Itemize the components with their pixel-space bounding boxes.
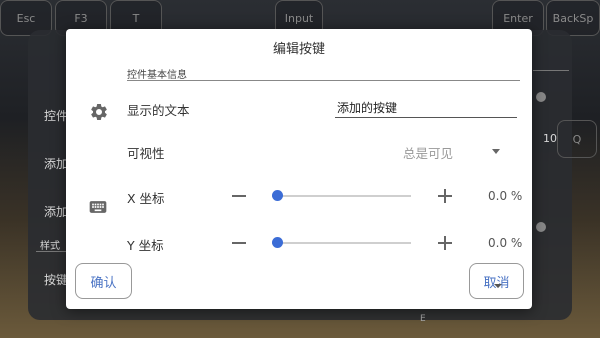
display-text-underline [335,117,517,118]
bg-letter-e: E [420,314,426,324]
y-plus-icon-vertical [444,236,446,250]
y-coordinate-label: Y 坐标 [127,238,164,253]
bg-label-control: 控件 [44,109,69,123]
bg-label-add-2: 添加 [44,205,69,219]
x-coordinate-label: X 坐标 [127,191,165,206]
dropdown-caret-icon[interactable] [492,149,500,154]
bg-toggle-2 [536,222,546,232]
x-minus-icon[interactable] [232,195,246,197]
y-slider-thumb[interactable] [272,237,283,248]
section-label-basic-info: 控件基本信息 [127,70,187,81]
bg-divider-right [533,70,569,71]
display-text-input[interactable]: 添加的按键 [337,99,397,116]
bg-divider [36,251,66,252]
confirm-button[interactable]: 确认 [75,263,132,299]
edit-key-dialog: 编辑按键 控件基本信息 显示的文本 添加的按键 可视性 总是可见 X 坐标 0.… [66,29,532,309]
keyboard-icon [89,201,107,213]
bg-value-10: 10 [543,132,557,145]
cancel-caret-icon [494,284,502,288]
bg-label-style: 样式 [40,241,60,252]
y-minus-icon[interactable] [232,242,246,244]
visibility-select[interactable]: 总是可见 [403,143,453,162]
side-q-button[interactable]: Q [557,120,597,158]
x-slider-thumb[interactable] [272,190,283,201]
settings-gear-icon [91,103,107,120]
x-slider-track[interactable] [272,195,411,197]
y-slider-track[interactable] [272,242,411,244]
display-text-label: 显示的文本 [127,103,190,118]
dialog-title: 编辑按键 [272,42,325,57]
cancel-button[interactable]: 取消 [469,263,524,299]
section-divider [127,80,520,81]
bg-label-key: 按键 [44,273,69,287]
x-plus-icon-vertical [444,189,446,203]
visibility-label: 可视性 [127,146,165,161]
x-value: 0.0 % [488,189,523,203]
bg-label-add-1: 添加 [44,157,69,171]
bg-toggle-1 [536,92,546,102]
y-value: 0.0 % [488,236,523,250]
